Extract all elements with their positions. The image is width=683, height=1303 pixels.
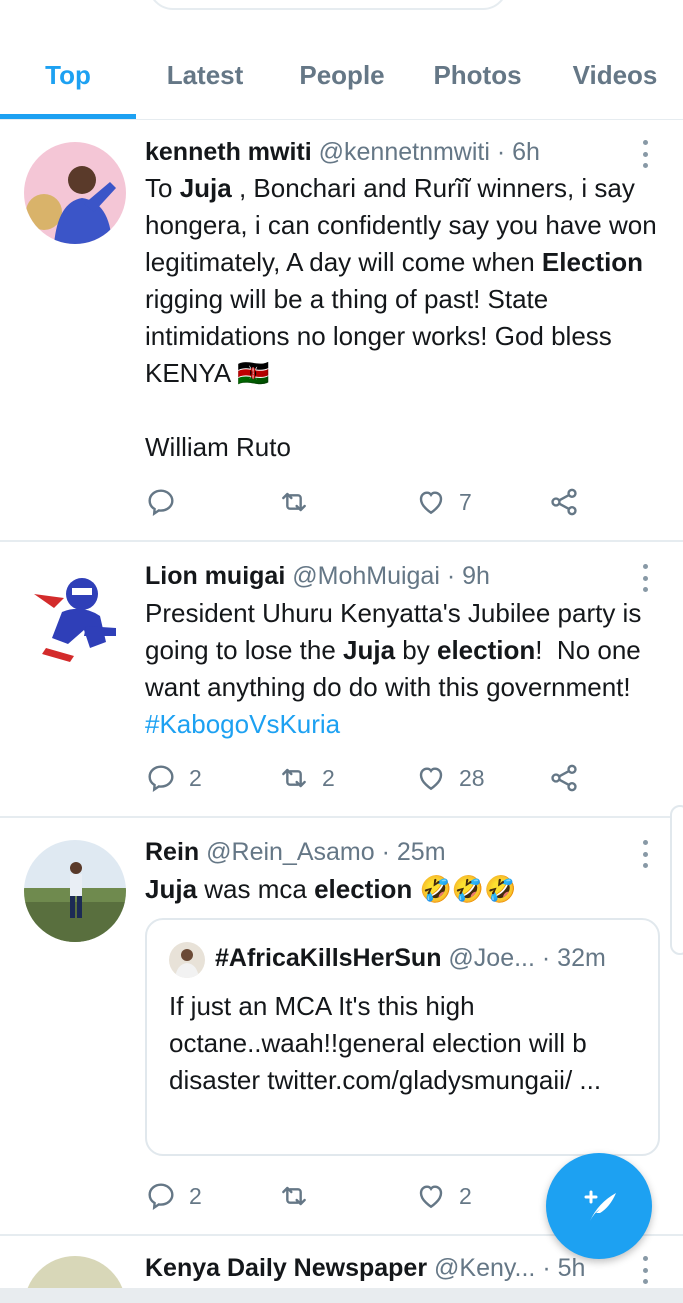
tab-photos[interactable]: Photos (420, 60, 535, 100)
tweet-header: Rein @Rein_Asamo · 25m (145, 838, 446, 867)
heart-icon (419, 491, 443, 515)
reply-count: 2 (189, 1182, 202, 1209)
tweet-header: Lion muigai @MohMuigai · 9h (145, 562, 490, 591)
more-vertical-icon[interactable] (640, 564, 650, 592)
quote-author-name: #AfricaKillsHerSun (215, 944, 442, 972)
reply-icon (148, 489, 174, 517)
avatar[interactable] (24, 840, 126, 942)
author-handle[interactable]: @Keny... (434, 1254, 535, 1282)
tweet-actions: 2 2 28 (145, 758, 595, 798)
avatar[interactable] (24, 564, 126, 666)
tweet[interactable]: kenneth mwiti @kennetnmwiti · 6h To Juja… (0, 120, 683, 542)
share-button[interactable] (548, 758, 580, 798)
like-button[interactable]: 2 (415, 1176, 472, 1216)
quote-header: #AfricaKillsHerSun @Joe... · 32m (215, 944, 606, 973)
author-handle[interactable]: @Rein_Asamo (206, 838, 375, 866)
author-handle[interactable]: @MohMuigai (292, 562, 440, 590)
more-vertical-icon[interactable] (640, 140, 650, 168)
tweet-actions: 7 (145, 482, 595, 522)
reply-button[interactable]: 2 (145, 758, 202, 798)
like-count: 7 (459, 488, 472, 515)
quote-author-handle: @Joe... (448, 944, 535, 972)
tab-people[interactable]: People (286, 60, 398, 100)
quote-text: If just an MCA It's this high octane..wa… (169, 991, 602, 1095)
tweet-time: · 6h (496, 138, 540, 166)
tweet-time: · 9h (446, 562, 490, 590)
like-count: 28 (459, 764, 485, 791)
share-icon (551, 488, 577, 516)
bottom-bar (0, 1288, 683, 1303)
tab-top[interactable]: Top (0, 60, 136, 100)
retweet-icon (282, 492, 306, 512)
like-count: 2 (459, 1182, 472, 1209)
tweet-text: Juja was mca election 🤣🤣🤣 (145, 874, 517, 904)
author-name[interactable]: Lion muigai (145, 562, 285, 590)
reply-icon (148, 765, 174, 793)
like-button[interactable]: 28 (415, 758, 485, 798)
search-tabs: Top Latest People Photos Videos (0, 40, 683, 120)
retweet-button[interactable]: 2 (278, 758, 335, 798)
tweet-text: President Uhuru Kenyatta's Jubilee party… (145, 598, 653, 739)
avatar[interactable] (24, 142, 126, 244)
share-button[interactable] (548, 482, 580, 522)
quoted-tweet[interactable]: #AfricaKillsHerSun @Joe... · 32m If just… (145, 918, 660, 1156)
author-name[interactable]: kenneth mwiti (145, 138, 312, 166)
retweet-icon (282, 768, 306, 788)
more-vertical-icon[interactable] (640, 1256, 650, 1284)
tweet-time: · 5h (542, 1254, 586, 1282)
reply-icon (148, 1183, 174, 1211)
search-bar[interactable] (148, 0, 508, 10)
tab-latest[interactable]: Latest (146, 60, 264, 100)
active-tab-indicator (0, 114, 136, 119)
retweet-count: 2 (322, 764, 335, 791)
compose-tweet-icon (584, 1190, 616, 1221)
retweet-icon (282, 1186, 306, 1206)
heart-icon (419, 767, 443, 791)
hashtag-link[interactable]: #KabogoVsKuria (145, 709, 340, 739)
compose-tweet-button[interactable] (546, 1153, 652, 1259)
more-vertical-icon[interactable] (640, 840, 650, 868)
author-name[interactable]: Kenya Daily Newspaper (145, 1254, 427, 1282)
tweet-actions: 2 2 (145, 1176, 595, 1216)
tweet-text: To Juja , Bonchari and Rurĩĩ winners, i … (145, 173, 657, 462)
tweet[interactable]: Lion muigai @MohMuigai · 9h President Uh… (0, 542, 683, 818)
quote-time: · 32m (541, 944, 606, 972)
tweet-time: · 25m (381, 838, 446, 866)
side-handle (670, 805, 683, 955)
heart-icon (419, 1185, 443, 1209)
like-button[interactable]: 7 (415, 482, 472, 522)
tweet-header: Kenya Daily Newspaper @Keny... · 5h (145, 1254, 585, 1283)
reply-count: 2 (189, 764, 202, 791)
tweet-header: kenneth mwiti @kennetnmwiti · 6h (145, 138, 540, 167)
share-icon (551, 764, 577, 792)
author-handle[interactable]: @kennetnmwiti (319, 138, 490, 166)
retweet-button[interactable] (278, 482, 322, 522)
reply-button[interactable] (145, 482, 189, 522)
reply-button[interactable]: 2 (145, 1176, 202, 1216)
author-name[interactable]: Rein (145, 838, 199, 866)
retweet-button[interactable] (278, 1176, 322, 1216)
tab-videos[interactable]: Videos (560, 60, 670, 100)
avatar (169, 942, 205, 978)
